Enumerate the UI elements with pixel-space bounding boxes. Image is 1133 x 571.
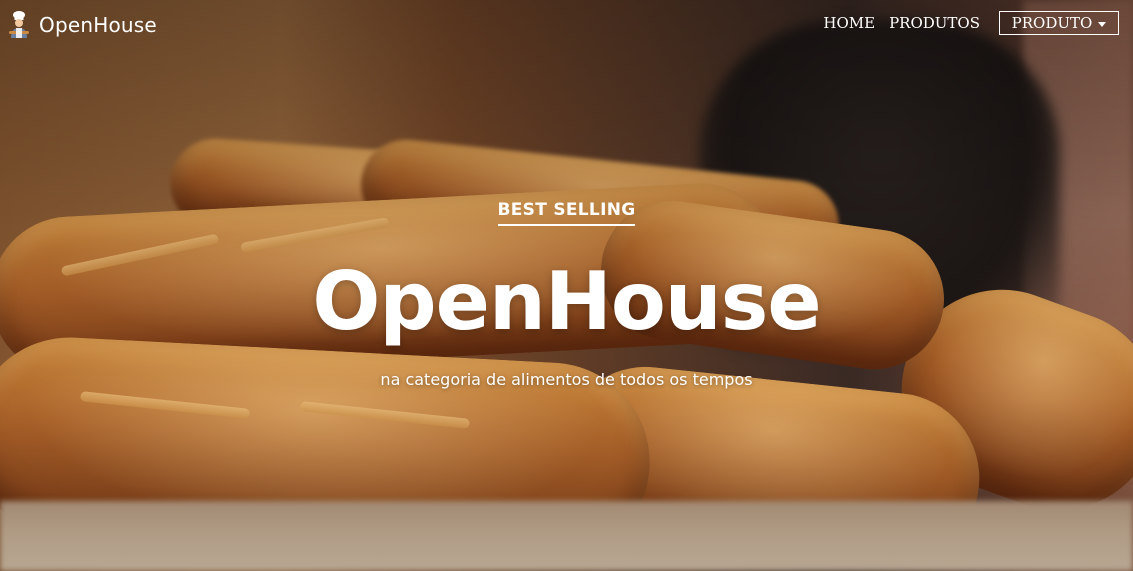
produto-dropdown-toggle[interactable]: PRODUTO [999,11,1119,35]
nav-link-home[interactable]: HOME [816,12,882,34]
produto-dropdown-label: PRODUTO [1011,14,1093,32]
brand-logo-link[interactable]: OpenHouse [7,10,157,40]
nav-link-produtos[interactable]: PRODUTOS [882,12,987,34]
brand-name: OpenHouse [39,13,157,37]
nav-links: HOME PRODUTOS PRODUTO [816,11,1119,35]
hero-eyebrow: BEST SELLING [0,200,1133,226]
baker-chef-icon [9,11,29,38]
hero-title: OpenHouse [312,255,821,348]
hero-subtitle: na categoria de alimentos de todos os te… [380,370,753,389]
caret-down-icon [1098,21,1107,27]
top-navbar: OpenHouse HOME PRODUTOS PRODUTO [0,0,1133,50]
best-selling-label: BEST SELLING [497,200,636,226]
